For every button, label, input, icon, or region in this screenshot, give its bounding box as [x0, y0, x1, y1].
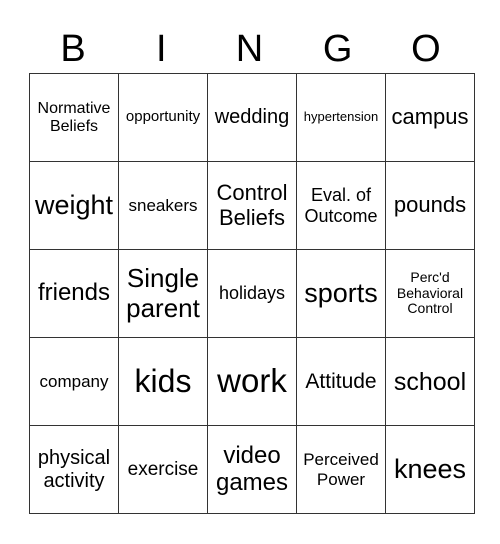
bingo-cell[interactable]: opportunity — [118, 73, 208, 162]
header-letter-b: B — [60, 28, 86, 70]
bingo-cell[interactable]: pounds — [385, 161, 475, 250]
bingo-cell[interactable]: sports — [296, 249, 386, 338]
bingo-cell[interactable]: physical activity — [29, 425, 119, 514]
bingo-cell[interactable]: knees — [385, 425, 475, 514]
bingo-cell[interactable]: holidays — [207, 249, 297, 338]
bingo-cell[interactable]: work — [207, 337, 297, 426]
bingo-cell[interactable]: Perc'd Behavioral Control — [385, 249, 475, 338]
bingo-cell[interactable]: Attitude — [296, 337, 386, 426]
bingo-cell[interactable]: Normative Beliefs — [29, 73, 119, 162]
bingo-cell[interactable]: campus — [385, 73, 475, 162]
bingo-grid: Normative Beliefs opportunity wedding hyper… — [29, 73, 475, 514]
bingo-cell[interactable]: Perceived Power — [296, 425, 386, 514]
bingo-cell[interactable]: sneakers — [118, 161, 208, 250]
bingo-row: physical activity exercise video games Perc… — [29, 425, 475, 514]
header-letter-n: N — [235, 28, 264, 70]
bingo-cell[interactable]: school — [385, 337, 475, 426]
bingo-cell[interactable]: kids — [118, 337, 208, 426]
bingo-cell[interactable]: friends — [29, 249, 119, 338]
bingo-cell[interactable]: Control Beliefs — [207, 161, 297, 250]
bingo-cell[interactable]: wedding — [207, 73, 297, 162]
bingo-header: B I N G O — [29, 26, 470, 72]
bingo-cell[interactable]: hypertension — [296, 73, 386, 162]
bingo-cell[interactable]: company — [29, 337, 119, 426]
header-letter-i: I — [156, 28, 167, 70]
bingo-cell[interactable]: Single parent — [118, 249, 208, 338]
bingo-row: Normative Beliefs opportunity wedding hyper… — [29, 73, 475, 162]
bingo-row: weight sneakers Control Beliefs Eval. of Ou… — [29, 161, 475, 250]
bingo-row: friends Single parent holidays sports Perc'd… — [29, 249, 475, 338]
bingo-cell[interactable]: exercise — [118, 425, 208, 514]
bingo-cell[interactable]: video games — [207, 425, 297, 514]
bingo-row: company kids work Attitude school — [29, 337, 475, 426]
header-letter-g: G — [322, 28, 353, 70]
bingo-cell[interactable]: weight — [29, 161, 119, 250]
bingo-cell[interactable]: Eval. of Outcome — [296, 161, 386, 250]
header-letter-o: O — [411, 28, 441, 70]
